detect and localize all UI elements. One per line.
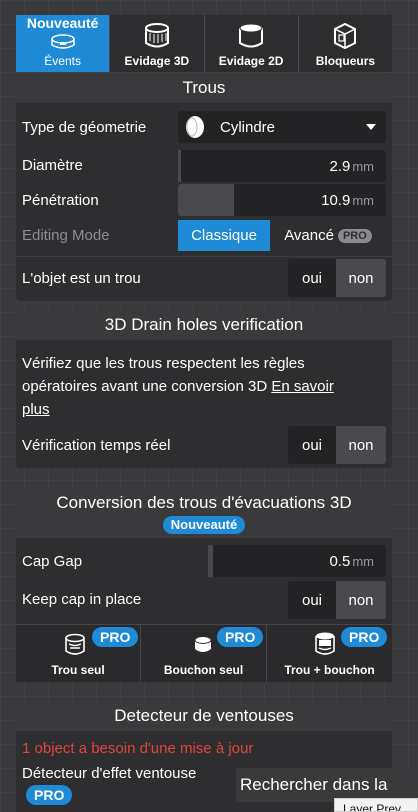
hollow-3d-icon — [144, 23, 169, 48]
penetration-input[interactable]: 10.9 mm — [178, 184, 386, 216]
cap-gap-input[interactable]: 0.5 mm — [208, 545, 386, 577]
keep-cap-toggle: oui non — [288, 581, 386, 619]
tab-evidage-2d[interactable]: Evidage 2D — [205, 15, 299, 72]
update-warning: 1 object a besoin d'une mise à jour — [22, 740, 254, 757]
tab-events[interactable]: Nouveauté Évents — [16, 15, 111, 72]
penetration-fill — [178, 184, 234, 216]
new-badge: Nouveauté — [20, 15, 106, 31]
drain-desc-line2: opératoires avant une conversion 3D — [22, 378, 268, 395]
editing-mode-label: Editing Mode — [22, 227, 110, 244]
pro-badge: PRO — [337, 228, 372, 243]
cap-gap-value: 0.5 — [329, 552, 351, 570]
tab-label: Évents — [44, 54, 81, 68]
geometry-label: Type de géometrie — [22, 119, 147, 136]
realtime-check-label: Vérification temps réel — [22, 437, 171, 454]
single-hole-label: Trou seul — [51, 663, 105, 677]
keep-cap-oui-button[interactable]: oui — [288, 581, 336, 619]
penetration-unit: mm — [352, 192, 374, 208]
search-input[interactable]: Rechercher dans la — [236, 768, 418, 802]
drain-verification-panel: 3D Drain holes verification Vérifiez que… — [16, 310, 392, 468]
is-hole-label: L'objet est un trou — [22, 270, 141, 287]
suction-title: Detecteur de ventouses — [16, 701, 392, 731]
hole-and-cap-icon — [315, 632, 335, 655]
drain-description: Vérifiez que les trous respectent les rè… — [22, 352, 386, 421]
pro-badge: PRO — [217, 627, 264, 647]
suction-detector-label: Détecteur d'effet ventouse — [22, 765, 197, 782]
cap-gap-label: Cap Gap — [22, 553, 83, 570]
is-hole-non-button[interactable]: non — [336, 259, 386, 297]
conversion-header: Conversion des trous d'évacuations 3D No… — [16, 488, 392, 538]
geometry-value: Cylindre — [220, 118, 276, 136]
single-hole-button[interactable]: PRO Trou seul — [16, 625, 141, 683]
penetration-label: Pénétration — [22, 192, 99, 209]
blocker-icon — [334, 22, 357, 50]
realtime-oui-button[interactable]: oui — [288, 426, 336, 464]
tab-bloqueurs[interactable]: Bloqueurs — [299, 15, 392, 72]
diameter-input[interactable]: 2.9 mm — [178, 150, 386, 182]
tab-label: Evidage 3D — [124, 54, 190, 68]
tab-label: Bloqueurs — [315, 54, 376, 68]
single-cap-label: Bouchon seul — [163, 663, 244, 677]
pro-badge: PRO — [341, 627, 388, 647]
penetration-value: 10.9 — [321, 191, 351, 209]
editing-mode-toggle: Classique Avancé PRO — [178, 220, 386, 251]
conversion-title: Conversion des trous d'évacuations 3D — [56, 493, 352, 512]
realtime-check-toggle: oui non — [288, 426, 386, 464]
tooltip: Layer Prev — [334, 798, 418, 812]
learn-more-link-cont[interactable]: plus — [22, 398, 386, 421]
learn-more-link[interactable]: En savoir — [271, 378, 334, 395]
chevron-down-icon — [366, 124, 376, 130]
hole-and-cap-label: Trou + bouchon — [284, 663, 375, 677]
drain-desc-line1: Vérifiez que les trous respectent les rè… — [22, 355, 305, 372]
hollow-2d-icon — [239, 23, 264, 48]
conversion-panel: Conversion des trous d'évacuations 3D No… — [16, 488, 392, 683]
pro-badge: PRO — [92, 627, 139, 647]
geometry-select[interactable]: Cylindre — [178, 111, 386, 143]
mode-classique-button[interactable]: Classique — [178, 220, 270, 251]
diameter-fill — [178, 150, 181, 182]
hole-and-cap-button[interactable]: PRO Trou + bouchon — [267, 625, 392, 683]
single-hole-icon — [65, 633, 85, 655]
tab-label: Evidage 2D — [218, 54, 284, 68]
holes-title: Trous — [16, 73, 392, 103]
tool-tabs: Nouveauté Évents Evidage 3D Evidage 2D B… — [16, 15, 392, 72]
mode-avance-button[interactable]: Avancé PRO — [270, 220, 386, 251]
cap-gap-unit: mm — [352, 553, 374, 569]
is-hole-toggle: oui non — [288, 259, 386, 297]
pro-badge: PRO — [26, 785, 73, 805]
cylinder-icon — [186, 116, 204, 138]
tab-evidage-3d[interactable]: Evidage 3D — [110, 15, 205, 72]
diameter-unit: mm — [352, 158, 374, 174]
mode-avance-label: Avancé — [284, 227, 334, 244]
holes-panel: Trous Type de géometrie Cylindre Diamètr… — [16, 73, 392, 301]
vent-icon — [50, 34, 75, 49]
keep-cap-non-button[interactable]: non — [336, 581, 386, 619]
drain-title: 3D Drain holes verification — [16, 310, 392, 340]
conversion-tools: PRO Trou seul PRO Bouchon seul PRO Trou … — [16, 624, 392, 683]
is-hole-oui-button[interactable]: oui — [288, 259, 336, 297]
single-cap-button[interactable]: PRO Bouchon seul — [141, 625, 267, 683]
diameter-label: Diamètre — [22, 157, 83, 174]
divider — [16, 256, 392, 257]
realtime-non-button[interactable]: non — [336, 426, 386, 464]
new-badge: Nouveauté — [162, 516, 246, 534]
keep-cap-label: Keep cap in place — [22, 591, 142, 608]
diameter-value: 2.9 — [329, 157, 351, 175]
cap-gap-fill — [208, 545, 213, 577]
cap-icon — [194, 636, 212, 652]
